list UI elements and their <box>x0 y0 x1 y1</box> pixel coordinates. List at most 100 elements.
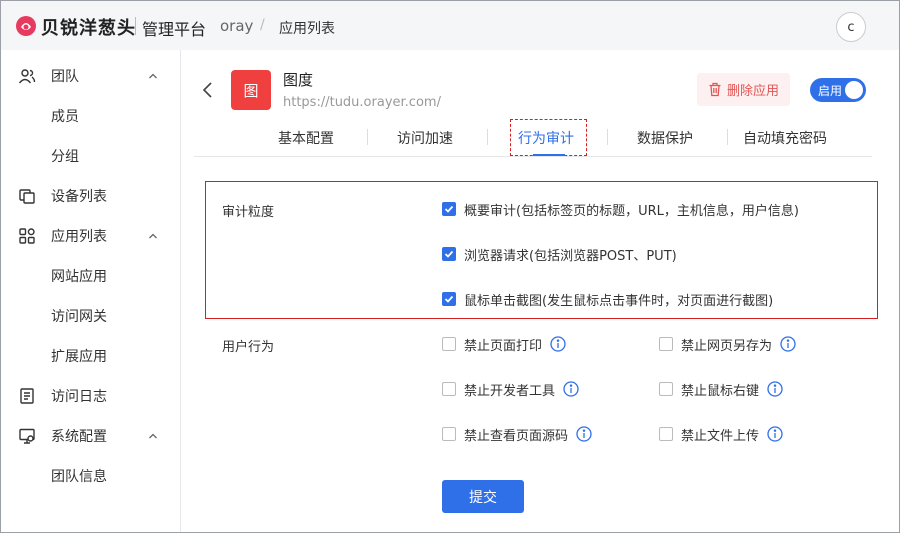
behavior-option-disable-view-source[interactable]: 禁止查看页面源码 <box>442 425 592 444</box>
behavior-option-disable-upload[interactable]: 禁止文件上传 <box>659 425 783 444</box>
team-icon <box>18 69 36 84</box>
tab-autofill-password[interactable]: 自动填充密码 <box>743 128 827 148</box>
option-label: 禁止查看页面源码 <box>464 428 569 444</box>
sidebar-item-label: 团队信息 <box>51 469 107 485</box>
checkbox-unchecked[interactable] <box>442 337 456 351</box>
sidebar-item-label: 设备列表 <box>51 189 107 205</box>
info-icon[interactable] <box>563 381 579 397</box>
log-icon <box>20 388 34 404</box>
check-icon <box>444 295 454 303</box>
checkbox-unchecked[interactable] <box>659 337 673 351</box>
option-label: 禁止鼠标右键 <box>681 383 760 399</box>
user-behavior-label: 用户行为 <box>222 340 275 355</box>
toggle-label: 启用 <box>818 84 843 98</box>
audit-granularity-label: 审计粒度 <box>222 205 275 220</box>
audit-option-summary[interactable]: 概要审计(包括标签页的标题，URL，主机信息，用户信息) <box>442 200 799 219</box>
back-chevron-icon[interactable] <box>201 81 215 99</box>
option-label: 禁止文件上传 <box>681 428 760 444</box>
option-label: 禁止网页另存为 <box>681 338 773 354</box>
top-header: 贝锐洋葱头 管理平台 oray / 应用列表 c <box>1 1 899 50</box>
checkbox-unchecked[interactable] <box>659 427 673 441</box>
info-icon[interactable] <box>767 381 783 397</box>
behavior-option-disable-print[interactable]: 禁止页面打印 <box>442 335 566 354</box>
sidebar-item-team-info[interactable]: 团队信息 <box>1 456 180 496</box>
sidebar-item-gateway[interactable]: 访问网关 <box>1 296 180 336</box>
tab-bar: 基本配置 访问加速 行为审计 数据保护 自动填充密码 <box>194 117 872 157</box>
sidebar-item-label: 系统配置 <box>51 429 107 445</box>
sidebar-item-members[interactable]: 成员 <box>1 96 180 136</box>
info-icon[interactable] <box>780 336 796 352</box>
toggle-knob <box>845 81 863 99</box>
behavior-option-disable-right-click[interactable]: 禁止鼠标右键 <box>659 380 783 399</box>
tab-divider <box>367 129 368 145</box>
checkbox-unchecked[interactable] <box>442 427 456 441</box>
tab-divider <box>487 129 488 145</box>
enable-toggle[interactable]: 启用 <box>810 78 866 102</box>
breadcrumb-org[interactable]: oray <box>220 17 253 35</box>
chevron-up-icon[interactable] <box>147 70 159 82</box>
delete-app-label: 删除应用 <box>726 84 779 99</box>
chevron-up-icon[interactable] <box>147 430 159 442</box>
delete-app-button[interactable]: 删除应用 <box>697 73 790 106</box>
tab-divider <box>607 129 608 145</box>
active-tab-underline <box>533 154 565 156</box>
trash-icon <box>709 82 721 97</box>
onion-logo-icon <box>16 16 36 36</box>
checkbox-unchecked[interactable] <box>442 382 456 396</box>
option-label: 浏览器请求(包括浏览器POST、PUT) <box>464 248 677 264</box>
option-label: 鼠标单击截图(发生鼠标点击事件时，对页面进行截图) <box>464 293 774 309</box>
sidebar-item-label: 成员 <box>51 109 79 125</box>
checkbox-checked[interactable] <box>442 292 456 306</box>
sidebar-item-devices[interactable]: 设备列表 <box>1 176 180 216</box>
tab-behavior-audit[interactable]: 行为审计 <box>518 128 574 148</box>
tab-data-protection[interactable]: 数据保护 <box>637 128 693 148</box>
app-name: 图度 <box>283 71 314 89</box>
sidebar-item-label: 分组 <box>51 149 79 165</box>
breadcrumb-separator: / <box>260 17 265 33</box>
tab-divider <box>727 129 728 145</box>
app-icon: 图 <box>231 70 271 110</box>
sidebar-item-groups[interactable]: 分组 <box>1 136 180 176</box>
option-label: 禁止开发者工具 <box>464 383 556 399</box>
chevron-up-icon[interactable] <box>147 230 159 242</box>
check-icon <box>444 205 454 213</box>
option-label: 概要审计(包括标签页的标题，URL，主机信息，用户信息) <box>464 203 799 219</box>
behavior-option-disable-devtools[interactable]: 禁止开发者工具 <box>442 380 579 399</box>
sidebar-item-label: 访问网关 <box>51 309 107 325</box>
option-label: 禁止页面打印 <box>464 338 543 354</box>
sidebar-item-label: 访问日志 <box>51 389 107 405</box>
main-content: 图 图度 https://tudu.orayer.com/ 删除应用 启用 基本… <box>182 50 899 532</box>
app-url: https://tudu.orayer.com/ <box>283 95 441 110</box>
brand-name: 贝锐洋葱头 <box>41 18 136 39</box>
audit-option-browser-requests[interactable]: 浏览器请求(包括浏览器POST、PUT) <box>442 245 677 264</box>
checkbox-checked[interactable] <box>442 247 456 261</box>
tab-access-acceleration[interactable]: 访问加速 <box>397 128 453 148</box>
tab-basic-config[interactable]: 基本配置 <box>278 128 334 148</box>
sidebar-item-extensions[interactable]: 扩展应用 <box>1 336 180 376</box>
behavior-option-disable-save-as[interactable]: 禁止网页另存为 <box>659 335 796 354</box>
sidebar-item-label: 扩展应用 <box>51 349 107 365</box>
info-icon[interactable] <box>576 426 592 442</box>
device-icon <box>19 189 35 204</box>
info-icon[interactable] <box>767 426 783 442</box>
checkbox-checked[interactable] <box>442 202 456 216</box>
sidebar-item-team[interactable]: 团队 <box>1 56 180 96</box>
sidebar-item-label: 团队 <box>51 69 79 85</box>
app-grid-icon <box>19 228 35 244</box>
sidebar-item-app-list[interactable]: 应用列表 <box>1 216 180 256</box>
sidebar-item-label: 应用列表 <box>51 229 107 245</box>
sidebar: 团队 成员 分组 设备列表 应用列表 网站应用 访问网关 扩展应用 访问日志 系… <box>1 50 181 532</box>
brand-divider <box>135 17 136 35</box>
sidebar-item-access-log[interactable]: 访问日志 <box>1 376 180 416</box>
submit-button[interactable]: 提交 <box>442 480 524 513</box>
breadcrumb-current: 应用列表 <box>279 21 335 37</box>
checkbox-unchecked[interactable] <box>659 382 673 396</box>
brand-subtitle: 管理平台 <box>142 20 207 39</box>
sidebar-item-web-apps[interactable]: 网站应用 <box>1 256 180 296</box>
check-icon <box>444 250 454 258</box>
audit-option-click-screenshot[interactable]: 鼠标单击截图(发生鼠标点击事件时，对页面进行截图) <box>442 290 774 309</box>
sidebar-item-system-config[interactable]: 系统配置 <box>1 416 180 456</box>
user-avatar[interactable]: c <box>836 12 866 42</box>
sidebar-item-label: 网站应用 <box>51 269 107 285</box>
info-icon[interactable] <box>550 336 566 352</box>
